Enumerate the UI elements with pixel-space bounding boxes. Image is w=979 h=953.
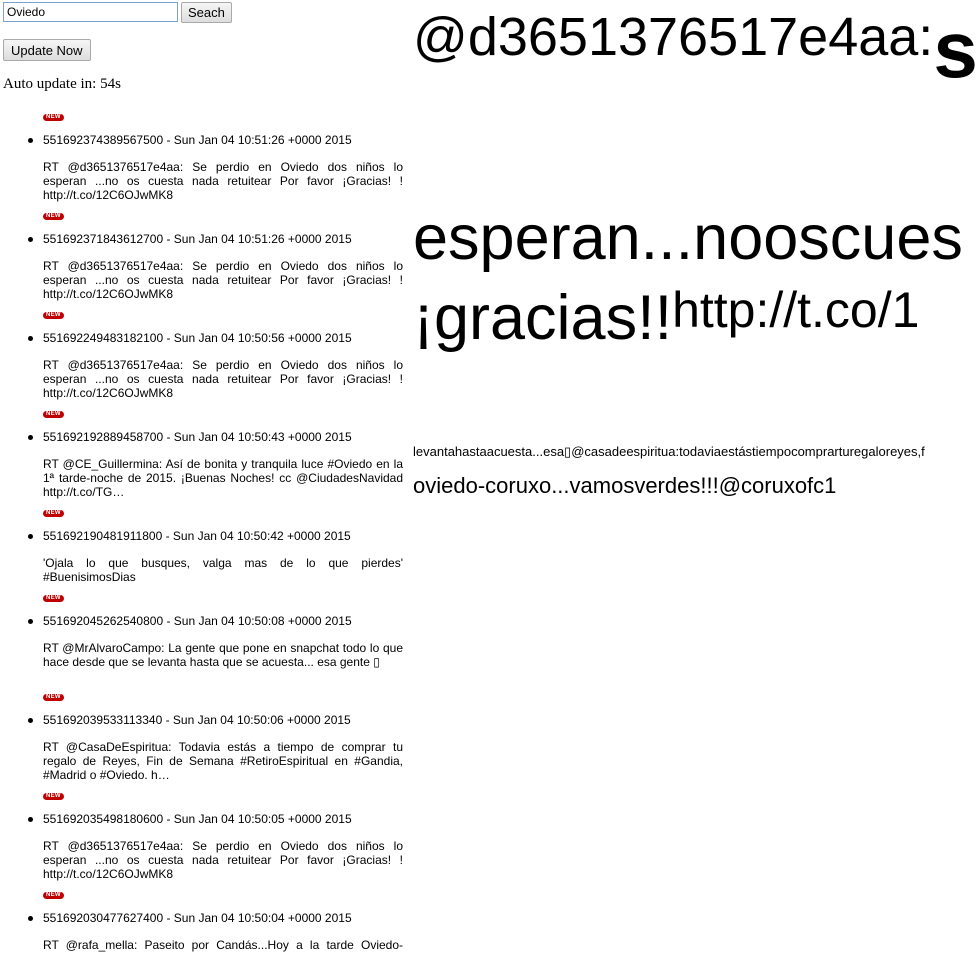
tweet-item: NEW 551692035498180600 - Sun Jan 04 10:5… [28,791,410,890]
tweet-item: NEW 551692045262540800 - Sun Jan 04 10:5… [28,593,410,692]
new-badge: NEW [43,411,64,418]
search-bar: Seach [3,2,232,23]
tweet-header: 551692190481911800 - Sun Jan 04 10:50:42… [28,529,410,543]
tweet-item: NEW 551692374389567500 - Sun Jan 04 10:5… [28,112,410,211]
tweet-header: 551692192889458700 - Sun Jan 04 10:50:43… [28,430,410,444]
new-badge: NEW [43,595,64,602]
tweet-header: 551692030477627400 - Sun Jan 04 10:50:04… [28,911,410,925]
tweet-text: 'Ojala lo que busques, valga mas de lo q… [43,556,403,584]
search-button[interactable]: Seach [181,2,232,23]
tweet-item: NEW 551692030477627400 - Sun Jan 04 10:5… [28,890,410,953]
tweet-text: RT @rafa_mella: Paseito por Candás...Hoy… [43,938,403,953]
word-cloud-word: http://t.co/1 [672,282,920,338]
new-badge: NEW [43,312,64,319]
word-cloud-line: levantahastaacuesta...esa▯@casadeespirit… [413,444,925,459]
tweet-text: RT @CasaDeEspiritua: Todavia estás a tie… [43,740,403,782]
word-cloud-word: s [933,5,978,94]
new-badge: NEW [43,114,64,121]
tweet-header: 551692371843612700 - Sun Jan 04 10:51:26… [28,232,410,246]
search-input[interactable] [3,2,178,22]
tweet-text: RT @d3651376517e4aa: Se perdio en Oviedo… [43,160,403,202]
tweet-text: RT @d3651376517e4aa: Se perdio en Oviedo… [43,839,403,881]
tweet-item: NEW 551692249483182100 - Sun Jan 04 10:5… [28,310,410,409]
word-cloud-line: esperan...nooscues [413,203,963,273]
word-cloud-line: oviedo-coruxo...vamosverdes!!!@coruxofc1 [413,473,837,498]
auto-update-countdown: Auto update in: 54s [3,76,121,92]
tweet-text: RT @d3651376517e4aa: Se perdio en Oviedo… [43,358,403,400]
new-badge: NEW [43,892,64,899]
tweet-item: NEW 551692371843612700 - Sun Jan 04 10:5… [28,211,410,310]
word-cloud: @d3651376517e4aa:s esperan...nooscues ¡g… [413,0,979,953]
new-badge: NEW [43,213,64,220]
tweet-header: 551692039533113340 - Sun Jan 04 10:50:06… [28,713,410,727]
update-now-button[interactable]: Update Now [3,39,91,61]
new-badge: NEW [43,510,64,517]
tweet-text: RT @d3651376517e4aa: Se perdio en Oviedo… [43,259,403,301]
new-badge: NEW [43,694,64,701]
word-cloud-word: ¡gracias!! [413,283,673,353]
tweet-item: NEW 551692039533113340 - Sun Jan 04 10:5… [28,692,410,791]
tweet-header: 551692249483182100 - Sun Jan 04 10:50:56… [28,331,410,345]
tweet-header: 551692374389567500 - Sun Jan 04 10:51:26… [28,133,410,147]
tweet-item: NEW 551692192889458700 - Sun Jan 04 10:5… [28,409,410,508]
word-cloud-word: @d3651376517e4aa: [413,7,934,67]
tweet-text: RT @MrAlvaroCampo: La gente que pone en … [43,641,403,669]
tweet-header: 551692035498180600 - Sun Jan 04 10:50:05… [28,812,410,826]
tweet-item: NEW 551692190481911800 - Sun Jan 04 10:5… [28,508,410,593]
new-badge: NEW [43,793,64,800]
tweet-header: 551692045262540800 - Sun Jan 04 10:50:08… [28,614,410,628]
tweet-text: RT @CE_Guillermina: Así de bonita y tran… [43,457,403,499]
word-cloud-line: @d3651376517e4aa:s [413,2,978,90]
tweet-list: NEW 551692374389567500 - Sun Jan 04 10:5… [0,112,410,953]
word-cloud-line: ¡gracias!!http://t.co/1 [413,270,919,375]
